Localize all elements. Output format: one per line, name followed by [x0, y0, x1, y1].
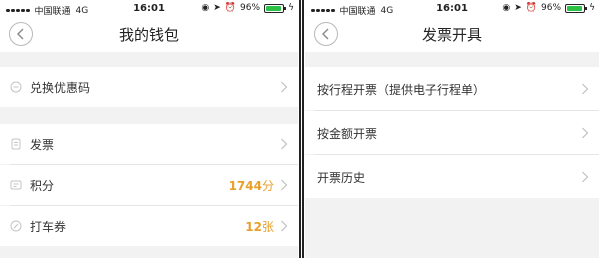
coupon-number: 12	[245, 220, 262, 234]
nav-bar: 我的钱包	[0, 18, 298, 52]
points-value: 1744分	[229, 177, 274, 194]
invoice-by-trip-label: 按行程开票（提供电子行程单）	[317, 83, 486, 97]
chevron-right-icon	[582, 83, 589, 95]
charging-icon: ϟ	[288, 3, 294, 13]
redeem-code-label: 兑换优惠码	[30, 81, 91, 95]
alarm-icon: ⏰	[525, 3, 538, 13]
points-unit: 分	[261, 179, 274, 193]
invoice-screen: 中国联通 4G 16:01 ◉ ➤ ⏰ 96% ϟ 发票开具 按行程开票（提供电…	[305, 0, 599, 258]
charging-icon: ϟ	[589, 3, 595, 13]
coupon-unit: 张	[261, 220, 274, 234]
redeem-code-row[interactable]: 兑换优惠码	[0, 67, 298, 107]
wallet-screen: 中国联通 4G 16:01 ◉ ➤ ⏰ 96% ϟ 我的钱包 兑换优惠码 发票 …	[0, 0, 298, 258]
battery-percent: 96%	[541, 3, 562, 13]
invoice-by-trip-row[interactable]: 按行程开票（提供电子行程单）	[305, 67, 599, 110]
location-icon: ➤	[514, 3, 522, 13]
points-number: 1744	[228, 179, 262, 193]
ticket-icon	[10, 220, 22, 232]
nav-bar: 发票开具	[305, 18, 599, 52]
invoice-row[interactable]: 发票	[0, 124, 298, 164]
chevron-right-icon	[281, 138, 288, 150]
location-icon: ➤	[213, 3, 221, 13]
page-title: 我的钱包	[118, 26, 179, 44]
page-title: 发票开具	[421, 26, 482, 44]
invoice-by-amount-label: 按金额开票	[317, 127, 378, 141]
battery-icon	[565, 3, 588, 13]
invoice-history-row[interactable]: 开票历史	[305, 155, 599, 198]
rotation-lock-icon: ◉	[502, 3, 511, 13]
taxi-coupon-value: 12张	[245, 218, 274, 235]
chevron-right-icon	[281, 179, 288, 191]
chevron-right-icon	[582, 127, 589, 139]
points-icon	[10, 180, 22, 190]
invoice-icon	[11, 138, 21, 150]
screen-divider	[302, 0, 304, 258]
chevron-right-icon	[281, 220, 288, 232]
battery-percent: 96%	[240, 3, 261, 13]
invoice-label: 发票	[30, 138, 55, 152]
invoice-history-label: 开票历史	[317, 171, 366, 185]
taxi-coupon-row[interactable]: 打车券 12张	[0, 206, 298, 246]
invoice-by-amount-row[interactable]: 按金额开票	[305, 111, 599, 154]
status-bar: 中国联通 4G 16:01 ◉ ➤ ⏰ 96% ϟ	[305, 0, 599, 18]
battery-icon	[264, 3, 287, 13]
rotation-lock-icon: ◉	[201, 3, 210, 13]
points-label: 积分	[30, 179, 55, 193]
battery-fill	[266, 5, 282, 11]
alarm-icon: ⏰	[224, 3, 237, 13]
chevron-right-icon	[582, 171, 589, 183]
taxi-coupon-label: 打车券	[30, 220, 67, 234]
coupon-icon	[10, 81, 22, 93]
status-bar: 中国联通 4G 16:01 ◉ ➤ ⏰ 96% ϟ	[0, 0, 298, 18]
points-row[interactable]: 积分 1744分	[0, 165, 298, 205]
screen-divider	[299, 0, 301, 258]
battery-fill	[567, 5, 583, 11]
chevron-right-icon	[281, 81, 288, 93]
